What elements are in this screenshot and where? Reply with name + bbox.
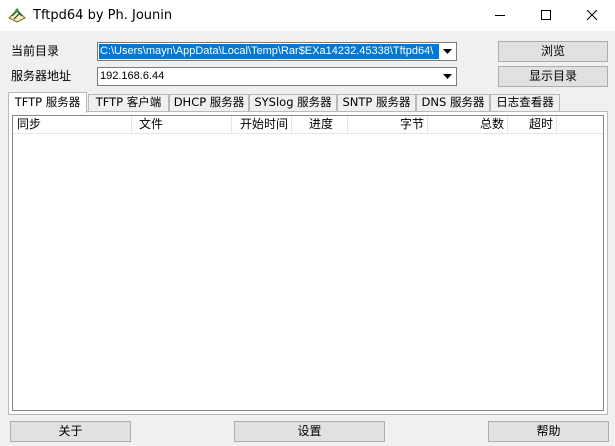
help-button[interactable]: 帮助 [488,421,609,442]
service-tabs: TFTP 服务器 TFTP 客户端 DHCP 服务器 SYSlog 服务器 SN… [8,92,568,113]
maximize-button[interactable] [523,0,569,31]
current-dir-combo[interactable]: C:\Users\mayn\AppData\Local\Temp\Rar$EXa… [97,42,457,61]
title-bar[interactable]: Tftpd64 by Ph. Jounin [0,0,615,31]
chevron-down-icon [443,74,452,79]
server-address-combo[interactable]: 192.168.6.44 [97,67,457,86]
column-header-total[interactable]: 总数 [428,116,508,133]
tab-dhcp-server[interactable]: DHCP 服务器 [169,94,249,111]
about-button[interactable]: 关于 [10,421,131,442]
tftpd-app-icon [8,8,26,23]
maximize-icon [541,10,551,20]
column-header-bytes[interactable]: 字节 [348,116,428,133]
current-dir-dropdown-button[interactable] [439,43,456,60]
close-button[interactable] [569,0,615,31]
server-address-value[interactable]: 192.168.6.44 [99,69,439,84]
tab-tftp-client[interactable]: TFTP 客户端 [88,94,169,111]
current-dir-label: 当前目录 [11,44,60,58]
server-address-label: 服务器地址 [11,69,72,83]
tftpd64-window: Tftpd64 by Ph. Jounin 当前目录 C:\Users\mayn… [0,0,615,446]
tab-dns-server[interactable]: DNS 服务器 [416,94,490,111]
current-dir-value[interactable]: C:\Users\mayn\AppData\Local\Temp\Rar$EXa… [99,44,439,59]
column-header-progress[interactable]: 进度 [292,116,348,133]
list-header: 同步 文件 开始时间 进度 字节 总数 超时 [13,116,603,134]
column-header-sync[interactable]: 同步 [13,116,132,133]
transfer-list[interactable]: 同步 文件 开始时间 进度 字节 总数 超时 [12,115,604,411]
column-header-file[interactable]: 文件 [132,116,232,133]
tab-log-viewer[interactable]: 日志查看器 [490,94,560,111]
browse-button[interactable]: 浏览 [498,41,608,62]
tab-tftp-server[interactable]: TFTP 服务器 [8,92,87,113]
minimize-button[interactable] [477,0,523,31]
show-dir-button[interactable]: 显示目录 [498,66,608,87]
column-header-start-time[interactable]: 开始时间 [232,116,292,133]
minimize-icon [495,15,505,16]
tab-sntp-server[interactable]: SNTP 服务器 [337,94,416,111]
chevron-down-icon [443,49,452,54]
tab-syslog-server[interactable]: SYSlog 服务器 [249,94,337,111]
window-title: Tftpd64 by Ph. Jounin [33,8,173,23]
column-header-timeout[interactable]: 超时 [508,116,557,133]
tab-panel: 同步 文件 开始时间 进度 字节 总数 超时 [8,111,608,415]
close-icon [587,10,597,20]
settings-button[interactable]: 设置 [234,421,385,442]
server-address-dropdown-button[interactable] [439,68,456,85]
